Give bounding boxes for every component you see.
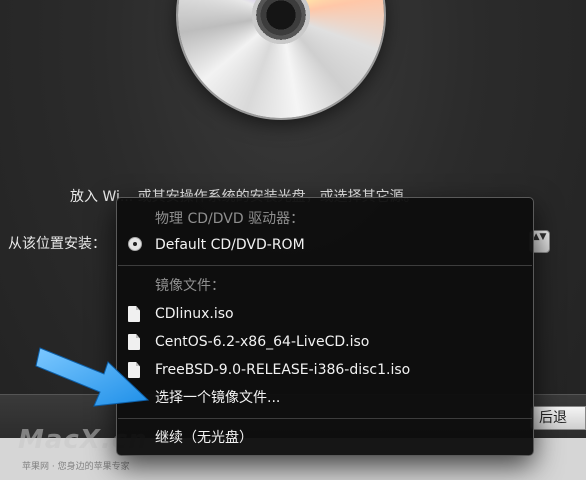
file-icon bbox=[128, 306, 140, 322]
menu-item-choose-image-file[interactable]: 选择一个镜像文件... bbox=[118, 387, 532, 409]
menu-separator bbox=[118, 418, 532, 419]
menu-item-cdlinux-iso[interactable]: CDlinux.iso bbox=[118, 303, 532, 325]
menu-separator bbox=[118, 265, 532, 266]
watermark-subtitle: 苹果网 · 您身边的苹果专家 bbox=[22, 462, 130, 472]
menu-item-default-cd-dvd-rom[interactable]: Default CD/DVD-ROM bbox=[118, 234, 532, 256]
pointer-arrow-icon bbox=[35, 347, 150, 407]
install-location-label: 从该位置安装： bbox=[8, 236, 106, 252]
menu-item-label: CDlinux.iso bbox=[155, 306, 234, 322]
menu-item-label: CentOS-6.2-x86_64-LiveCD.iso bbox=[155, 334, 370, 350]
menu-item-label: FreeBSD-9.0-RELEASE-i386-disc1.iso bbox=[155, 362, 411, 378]
menu-item-label: 继续（无光盘） bbox=[155, 430, 253, 446]
back-button[interactable]: 后退 bbox=[530, 406, 586, 430]
menu-item-label: 选择一个镜像文件... bbox=[155, 390, 281, 406]
disc-icon bbox=[128, 237, 142, 251]
menu-item-centos-iso[interactable]: CentOS-6.2-x86_64-LiveCD.iso bbox=[118, 331, 532, 353]
section-header-physical-drives: 物理 CD/DVD 驱动器： bbox=[155, 211, 305, 227]
section-header-image-files: 镜像文件： bbox=[155, 278, 225, 294]
menu-item-freebsd-iso[interactable]: FreeBSD-9.0-RELEASE-i386-disc1.iso bbox=[118, 359, 532, 381]
menu-item-continue-without-disc[interactable]: 继续（无光盘） bbox=[118, 427, 532, 449]
install-source-menu: 物理 CD/DVD 驱动器： Default CD/DVD-ROM 镜像文件： … bbox=[116, 197, 534, 456]
menu-item-label: Default CD/DVD-ROM bbox=[155, 237, 305, 253]
